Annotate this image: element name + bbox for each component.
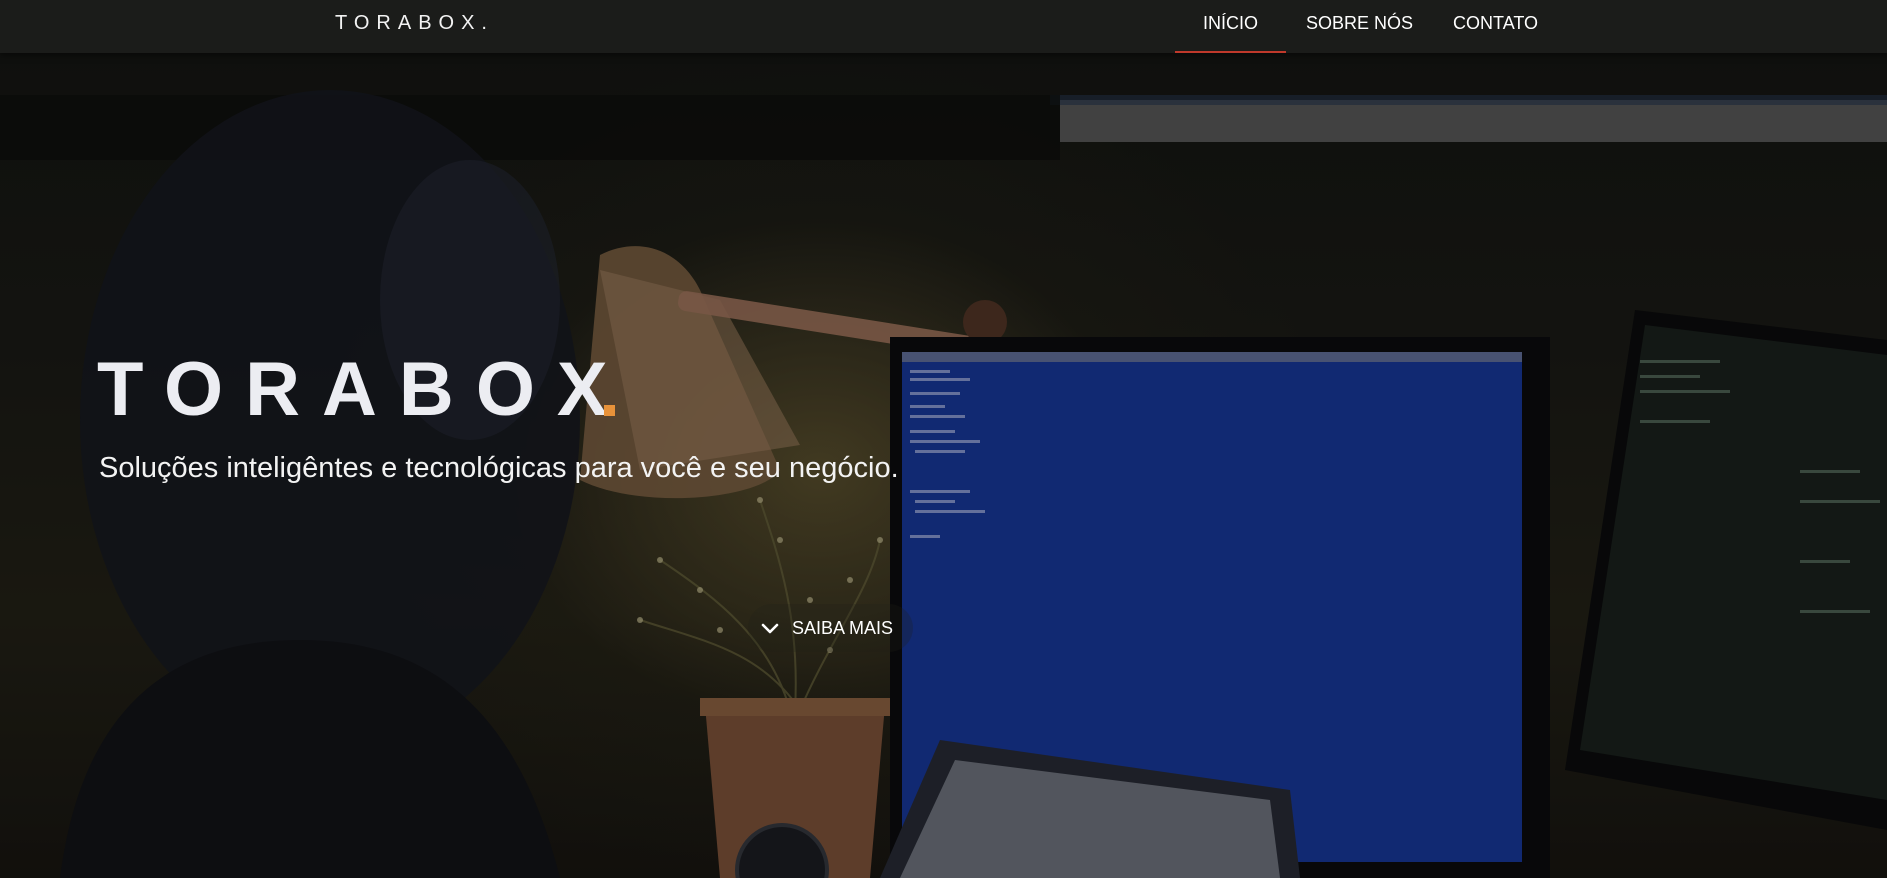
nav-links: INÍCIO SOBRE NÓS CONTATO: [1175, 0, 1558, 53]
hero-title-accent-dot: [604, 405, 615, 416]
brand-logo[interactable]: TORABOX.: [335, 12, 494, 35]
hero-subtitle: Soluções inteligêntes e tecnológicas par…: [99, 452, 899, 484]
chevron-down-icon: [761, 623, 779, 634]
nav-item-contato[interactable]: CONTATO: [1433, 0, 1558, 53]
nav-item-sobre-nos[interactable]: SOBRE NÓS: [1286, 0, 1433, 53]
nav-item-inicio[interactable]: INÍCIO: [1175, 0, 1287, 53]
hero-title: TORABOX: [97, 347, 630, 432]
landing-page: TORABOX. INÍCIO SOBRE NÓS CONTATO TORABO…: [0, 0, 1887, 878]
saiba-mais-button[interactable]: SAIBA MAIS: [748, 604, 914, 652]
top-navbar: TORABOX. INÍCIO SOBRE NÓS CONTATO: [0, 0, 1887, 53]
hero-overlay: [0, 0, 1887, 878]
saiba-mais-label: SAIBA MAIS: [792, 617, 894, 638]
